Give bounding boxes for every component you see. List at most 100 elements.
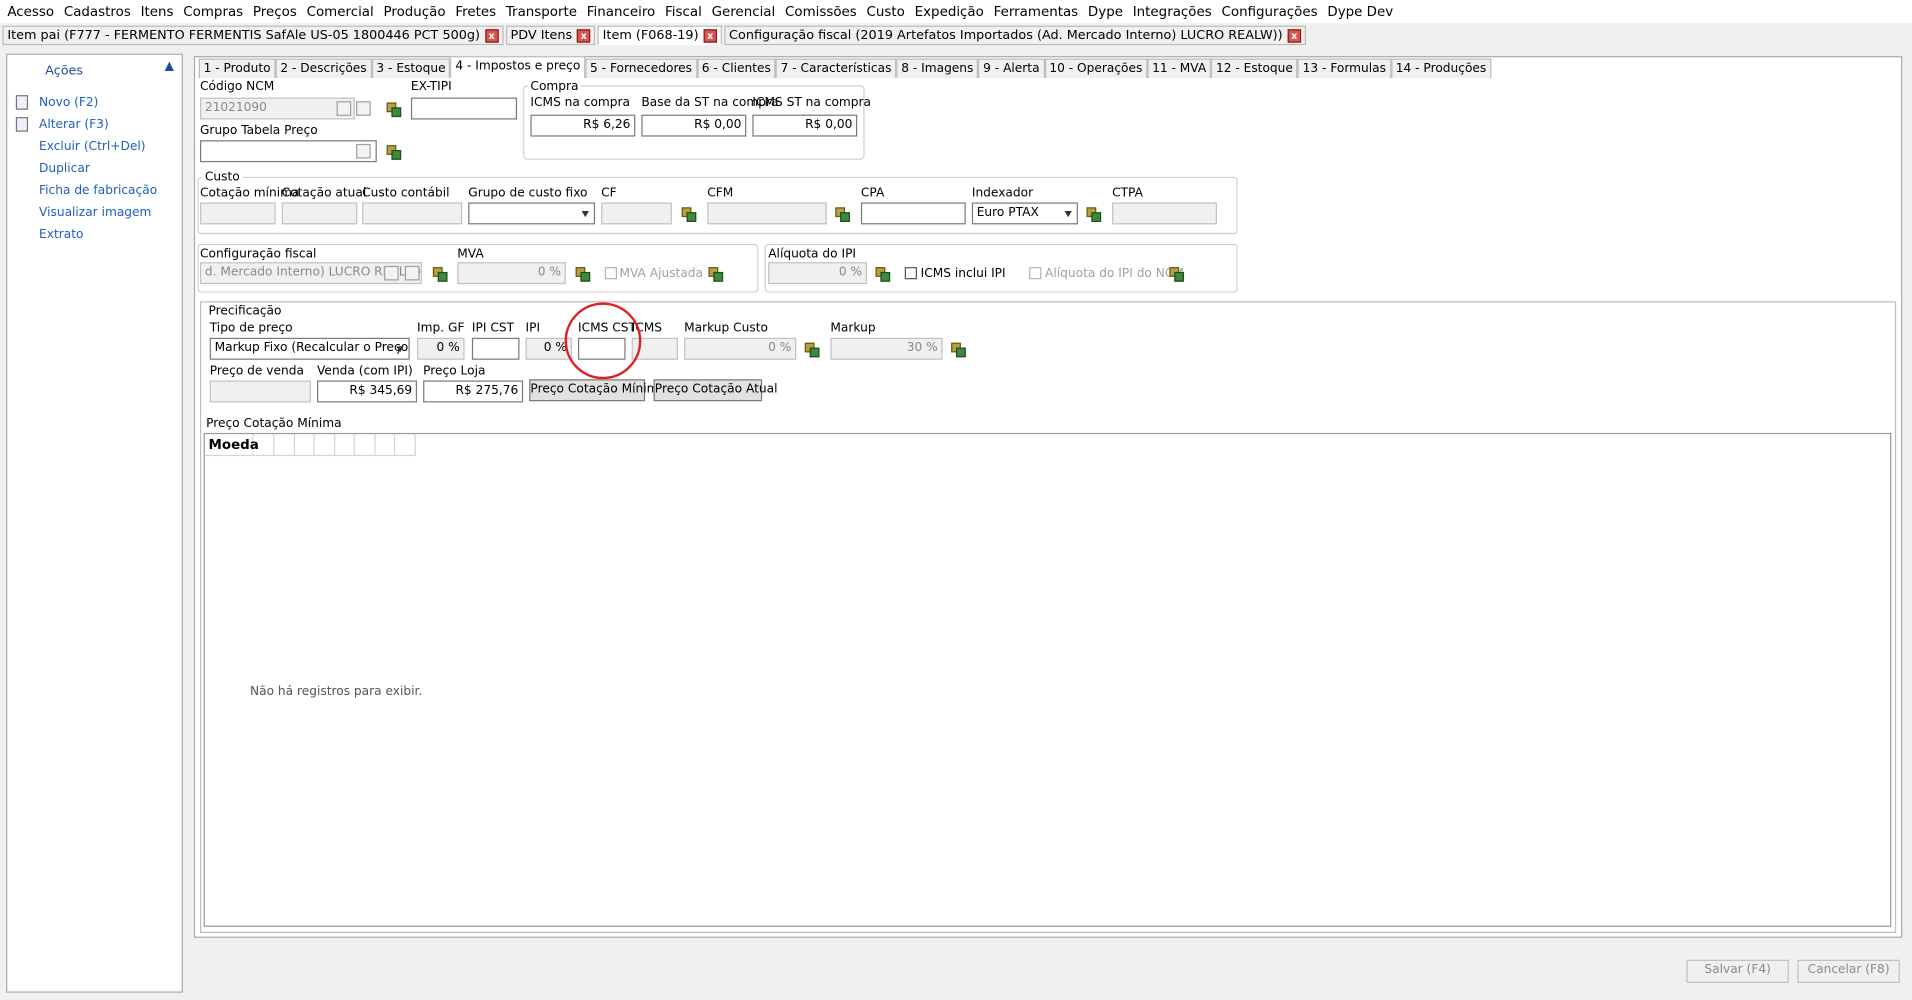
save-button[interactable]: Salvar (F4) [1686, 959, 1789, 983]
tab-estoque[interactable]: 3 - Estoque [371, 58, 451, 79]
grid-header-cell[interactable] [335, 434, 355, 457]
icms-compra-input[interactable]: R$ 6,26 [530, 114, 636, 137]
menu-item[interactable]: Compras [178, 4, 248, 20]
tab-imagens[interactable]: 8 - Imagens [896, 58, 979, 79]
menu-item[interactable]: Expedição [910, 4, 989, 20]
menu-item[interactable]: Itens [136, 4, 179, 20]
group-settings-icon[interactable] [707, 266, 724, 282]
tab-formulas[interactable]: 13 - Formulas [1297, 58, 1391, 79]
tab-clientes[interactable]: 6 - Clientes [696, 58, 776, 79]
tipo-preco-select[interactable]: Markup Fixo (Recalcular o Preço) [209, 337, 410, 360]
icms-st-input[interactable]: R$ 0,00 [752, 114, 858, 137]
cpa-input[interactable] [860, 202, 966, 225]
close-icon[interactable]: x [577, 28, 591, 43]
menu-item[interactable]: Integrações [1128, 4, 1217, 20]
menu-item[interactable]: Financeiro [582, 4, 660, 20]
cf-input[interactable] [601, 202, 672, 225]
action-alterar[interactable]: Alterar (F3) [39, 118, 109, 131]
search-icon[interactable] [336, 101, 352, 116]
cancel-button[interactable]: Cancelar (F8) [1797, 959, 1900, 983]
menu-item[interactable]: Dype [1083, 4, 1128, 20]
icms-inclui-ipi-checkbox[interactable] [904, 267, 917, 280]
doc-tab-item[interactable]: Item (F068-19) x [597, 25, 722, 46]
close-icon[interactable]: x [1287, 28, 1301, 43]
tab-alerta[interactable]: 9 - Alerta [978, 58, 1045, 79]
action-novo[interactable]: Novo (F2) [39, 96, 98, 109]
cfm-input[interactable] [707, 202, 827, 225]
menu-item[interactable]: Fretes [450, 4, 500, 20]
group-settings-icon[interactable] [804, 341, 820, 358]
ipi-aliquota-input[interactable]: 0 % [768, 262, 867, 285]
grupo-tabela-input[interactable] [199, 140, 377, 163]
tab-caracteristicas[interactable]: 7 - Características [775, 58, 897, 79]
binoculars-icon[interactable] [404, 265, 420, 281]
markup-custo-input[interactable]: 0 % [684, 337, 797, 360]
indexador-select[interactable]: Euro PTAX [971, 202, 1078, 225]
tab-impostos-preco[interactable]: 4 - Impostos e preço [450, 56, 586, 79]
doc-tab-pdv-itens[interactable]: PDV Itens x [505, 25, 596, 46]
menu-item[interactable]: Preços [248, 4, 302, 20]
extipi-input[interactable] [410, 97, 518, 120]
tab-producoes[interactable]: 14 - Produções [1390, 58, 1492, 79]
custo-contabil-input[interactable] [362, 202, 463, 225]
cot-atual-input[interactable] [281, 202, 358, 225]
ncm-input[interactable]: 21021090 [199, 97, 355, 120]
mva-input[interactable]: 0 % [457, 262, 566, 285]
menu-item[interactable]: Comercial [302, 4, 379, 20]
preco-loja-input[interactable]: R$ 275,76 [423, 380, 524, 403]
tab-produto[interactable]: 1 - Produto [198, 58, 276, 79]
tab-estoque-2[interactable]: 12 - Estoque [1211, 58, 1298, 79]
aliquota-ncm-checkbox[interactable] [1029, 267, 1042, 280]
group-settings-icon[interactable] [1168, 266, 1185, 282]
grid-header-cell[interactable] [253, 434, 275, 457]
menu-item[interactable]: Dype Dev [1323, 4, 1399, 20]
menu-item[interactable]: Cadastros [59, 4, 136, 20]
close-icon[interactable]: x [484, 28, 499, 43]
group-settings-icon[interactable] [385, 144, 402, 160]
doc-tab-item-pai[interactable]: Item pai (F777 - FERMENTO FERMENTIS SafA… [2, 25, 504, 46]
menu-item[interactable]: Comissões [780, 4, 862, 20]
group-settings-icon[interactable] [950, 341, 966, 358]
grid-header-cell[interactable] [274, 434, 296, 457]
actions-header[interactable]: Ações ▲ [7, 55, 181, 84]
grid-header-cell[interactable] [395, 434, 416, 457]
menu-item[interactable]: Ferramentas [989, 4, 1083, 20]
menu-item[interactable]: Custo [862, 4, 910, 20]
search-icon[interactable] [384, 265, 399, 281]
binoculars-icon[interactable] [356, 143, 371, 159]
grid-header-cell[interactable] [354, 434, 376, 457]
action-extrato[interactable]: Extrato [39, 228, 83, 241]
tab-mva[interactable]: 11 - MVA [1147, 58, 1212, 79]
group-settings-icon[interactable] [680, 206, 697, 222]
menu-item[interactable]: Gerencial [707, 4, 780, 20]
binoculars-icon[interactable] [356, 101, 371, 116]
grid-header-cell[interactable] [295, 434, 315, 457]
menu-item[interactable]: Configurações [1217, 4, 1323, 20]
group-settings-icon[interactable] [574, 266, 591, 282]
action-excluir[interactable]: Excluir (Ctrl+Del) [39, 140, 146, 153]
base-st-input[interactable]: R$ 0,00 [641, 114, 747, 137]
menu-item[interactable]: Fiscal [660, 4, 707, 20]
imp-gf-input[interactable]: 0 % [417, 337, 465, 360]
chevron-up-icon[interactable]: ▲ [165, 60, 174, 73]
markup-input[interactable]: 30 % [830, 337, 943, 360]
grupo-custo-select[interactable] [468, 202, 596, 225]
ipi-cst-input[interactable] [471, 337, 520, 360]
action-duplicar[interactable]: Duplicar [39, 162, 90, 175]
group-settings-icon[interactable] [834, 206, 850, 222]
tab-descricoes[interactable]: 2 - Descrições [275, 58, 372, 79]
action-visualizar-imagem[interactable]: Visualizar imagem [39, 206, 151, 219]
group-settings-icon[interactable] [874, 266, 891, 282]
doc-tab-configuracao-fiscal[interactable]: Configuração fiscal (2019 Artefatos Impo… [724, 25, 1306, 46]
group-settings-icon[interactable] [432, 266, 448, 282]
venda-ipi-input[interactable]: R$ 345,69 [317, 380, 418, 403]
mva-ajustada-checkbox[interactable] [604, 267, 618, 280]
preco-cotacao-atual-button[interactable]: Preço Cotação Atual [653, 379, 777, 402]
menu-item[interactable]: Produção [379, 4, 451, 20]
menu-item[interactable]: Transporte [501, 4, 582, 20]
close-icon[interactable]: x [703, 28, 717, 43]
cot-min-input[interactable] [199, 202, 276, 225]
column-moeda[interactable]: Moeda [204, 434, 259, 457]
group-settings-icon[interactable] [1085, 206, 1102, 222]
tab-fornecedores[interactable]: 5 - Fornecedores [585, 58, 697, 79]
